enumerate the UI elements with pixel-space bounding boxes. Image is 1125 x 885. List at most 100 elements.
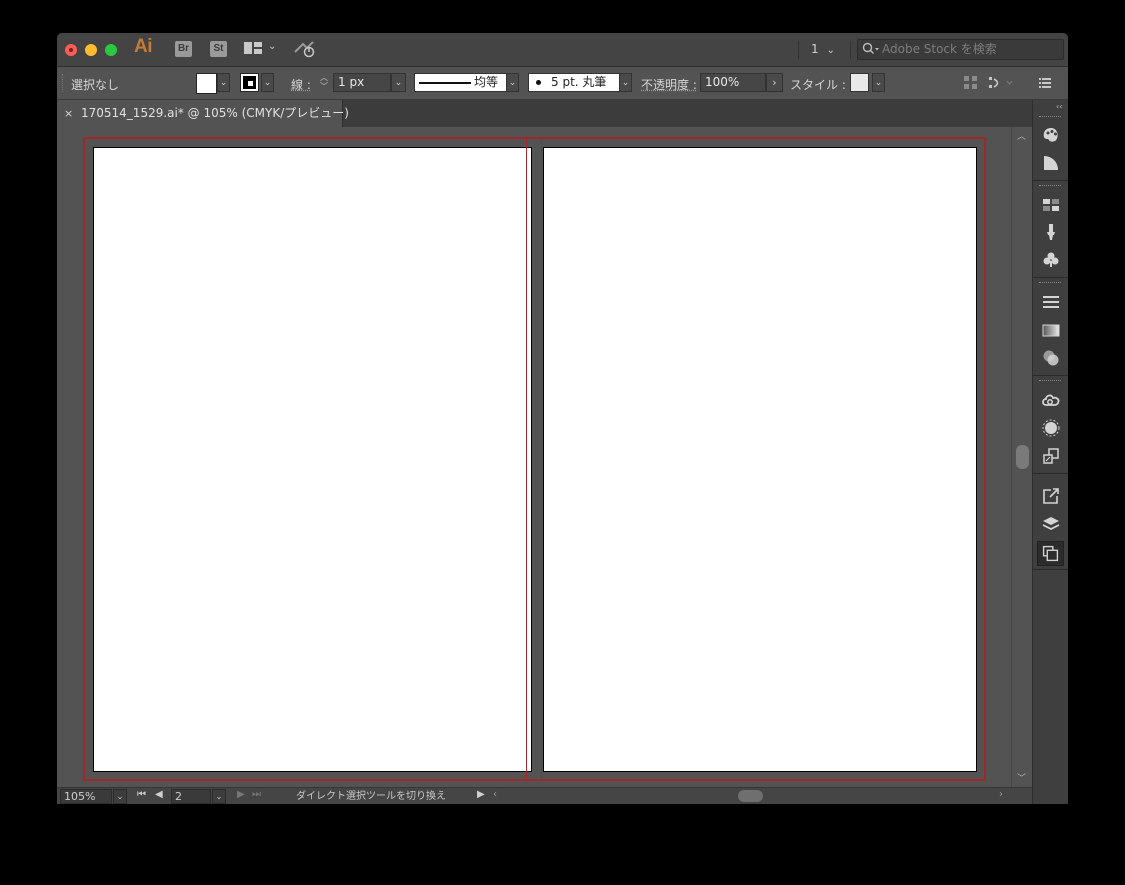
bridge-button[interactable]: Br bbox=[175, 41, 192, 57]
divider bbox=[850, 41, 851, 59]
stock-search-box[interactable] bbox=[857, 39, 1064, 60]
collapse-panels-icon[interactable]: ‹‹ bbox=[1056, 102, 1062, 111]
graphic-styles-icon[interactable] bbox=[1041, 446, 1061, 466]
stroke-weight-stepper[interactable]: ︿ ﹀ bbox=[318, 73, 330, 92]
opacity-field[interactable]: 100% bbox=[700, 73, 766, 92]
gradient-icon[interactable] bbox=[1041, 320, 1061, 340]
illustrator-window: Ai Br St ⌄ 1⌄ 選択なし bbox=[57, 33, 1068, 804]
stock-button[interactable]: St bbox=[210, 41, 227, 57]
cc-libraries-icon[interactable] bbox=[1041, 390, 1061, 410]
graphic-style-swatch[interactable] bbox=[850, 73, 869, 92]
document-tab-bar: × 170514_1529.ai* @ 105% (CMYK/プレビュー) bbox=[57, 100, 1032, 127]
export-icon[interactable] bbox=[1041, 486, 1061, 506]
brush-dropdown-button[interactable]: ⌄ bbox=[619, 73, 632, 92]
first-artboard-icon[interactable]: ⏮ bbox=[137, 789, 146, 800]
document-tab-title: 170514_1529.ai* @ 105% (CMYK/プレビュー) bbox=[81, 106, 349, 120]
panel-group-grip[interactable] bbox=[1039, 380, 1061, 384]
brush-definition-select[interactable]: 5 pt. 丸筆 bbox=[528, 73, 632, 92]
scroll-up-icon[interactable]: ︿ bbox=[1017, 129, 1026, 142]
chevron-down-icon: ⌄ bbox=[826, 45, 836, 56]
vertical-scroll-thumb[interactable] bbox=[1016, 445, 1029, 469]
document-tab[interactable]: × 170514_1529.ai* @ 105% (CMYK/プレビュー) bbox=[57, 100, 349, 127]
workspace-number: 1 bbox=[811, 42, 819, 56]
bleed-guide-line bbox=[526, 137, 527, 781]
graphic-style-dropdown-button[interactable]: ⌄ bbox=[872, 73, 885, 92]
window-minimize-button[interactable] bbox=[85, 44, 97, 56]
panel-group-grip[interactable] bbox=[1039, 282, 1061, 286]
artboard-2[interactable] bbox=[543, 147, 977, 772]
status-bar: 105% ⌄ ⏮ ◀ 2 ⌄ ▶ ⏭ ダイレクト選択ツールを切り換え ▶ ‹ › bbox=[57, 787, 1032, 804]
swatches-icon[interactable] bbox=[1041, 195, 1061, 215]
color-icon[interactable] bbox=[1041, 125, 1061, 145]
panel-group-grip[interactable] bbox=[1039, 116, 1061, 120]
divider bbox=[1033, 473, 1068, 474]
selection-status-label: 選択なし bbox=[71, 78, 120, 92]
fill-color-swatch[interactable] bbox=[196, 73, 217, 94]
title-bar: Ai Br St ⌄ 1 ⌄ bbox=[57, 33, 1068, 67]
artboards-glyph bbox=[1042, 545, 1059, 562]
menu-list-icon[interactable] bbox=[1037, 75, 1053, 91]
panel-dock: ‹‹ bbox=[1032, 100, 1068, 804]
app-logo: Ai bbox=[134, 36, 153, 57]
stroke-panel-link[interactable]: 線 : bbox=[291, 76, 311, 93]
stroke-weight-field[interactable]: 1 px bbox=[333, 73, 391, 92]
transform-icon[interactable] bbox=[988, 75, 1014, 91]
divider bbox=[1033, 375, 1068, 376]
chevron-down-icon[interactable]: ⌄ bbox=[268, 41, 276, 52]
zoom-dropdown-button[interactable]: ⌄ bbox=[113, 789, 127, 804]
divider bbox=[1033, 277, 1068, 278]
opacity-panel-link[interactable]: 不透明度 : bbox=[641, 76, 697, 93]
divider bbox=[1033, 569, 1068, 570]
workspace-switcher[interactable]: 1 ⌄ bbox=[811, 42, 835, 56]
brush-preview-icon bbox=[536, 80, 541, 85]
scroll-left-icon[interactable]: ‹ bbox=[493, 789, 497, 800]
stroke-color-swatch[interactable] bbox=[240, 73, 259, 92]
color-guide-icon[interactable] bbox=[1041, 153, 1061, 173]
canvas-area[interactable] bbox=[57, 127, 1011, 787]
brushes-icon[interactable] bbox=[1041, 222, 1061, 242]
close-tab-icon[interactable]: × bbox=[64, 100, 73, 127]
gpu-performance-icon[interactable] bbox=[293, 40, 317, 58]
arrange-documents-icon[interactable] bbox=[244, 42, 262, 54]
horizontal-scroll-thumb[interactable] bbox=[738, 790, 763, 802]
transparency-icon[interactable] bbox=[1041, 348, 1061, 368]
bleed-guide-line bbox=[541, 137, 542, 781]
artboard-1[interactable] bbox=[93, 147, 532, 772]
stock-search-input[interactable] bbox=[882, 41, 1058, 57]
next-artboard-icon[interactable]: ▶ bbox=[237, 789, 245, 800]
symbols-icon[interactable] bbox=[1041, 250, 1061, 270]
fill-dropdown-button[interactable]: ⌄ bbox=[217, 73, 230, 92]
artboards-icon[interactable] bbox=[1037, 541, 1064, 566]
vertical-scrollbar[interactable]: ︿ ﹀ bbox=[1011, 127, 1033, 787]
appearance-icon[interactable] bbox=[1041, 418, 1061, 438]
divider bbox=[1033, 180, 1068, 181]
variable-width-profile-label: 均等 bbox=[474, 75, 499, 89]
panel-grip[interactable] bbox=[62, 74, 65, 92]
stroke-icon[interactable] bbox=[1041, 292, 1061, 312]
variable-width-profile-select[interactable]: 均等 bbox=[414, 73, 518, 92]
last-artboard-icon[interactable]: ⏭ bbox=[252, 789, 261, 800]
scroll-right-icon[interactable]: › bbox=[999, 789, 1003, 800]
status-text: ダイレクト選択ツールを切り換え bbox=[296, 791, 446, 802]
opacity-slider-button[interactable]: › bbox=[766, 73, 783, 92]
scroll-down-icon[interactable]: ﹀ bbox=[1017, 771, 1026, 784]
graphic-style-label: スタイル : bbox=[790, 78, 846, 92]
stroke-profile-preview bbox=[419, 82, 471, 84]
artboard-dropdown-button[interactable]: ⌄ bbox=[212, 789, 226, 804]
artboard-number-field[interactable]: 2 bbox=[171, 789, 211, 804]
window-close-button[interactable] bbox=[65, 44, 77, 56]
previous-artboard-icon[interactable]: ◀ bbox=[155, 789, 163, 800]
zoom-field[interactable]: 105% bbox=[60, 789, 112, 804]
window-maximize-button[interactable] bbox=[105, 44, 117, 56]
stroke-color-dropdown-button[interactable]: ⌄ bbox=[261, 73, 274, 92]
align-icon[interactable] bbox=[963, 75, 979, 91]
status-menu-icon[interactable]: ▶ bbox=[477, 789, 485, 800]
panel-group-grip[interactable] bbox=[1039, 185, 1061, 189]
layers-icon[interactable] bbox=[1041, 514, 1061, 534]
control-bar: 選択なし ⌄ ⌄ 線 : ︿ ﹀ 1 px ⌄ 均等 ⌄ 5 pt. 丸筆 ⌄ 不… bbox=[57, 67, 1068, 100]
divider bbox=[798, 41, 799, 59]
brush-definition-label: 5 pt. 丸筆 bbox=[551, 75, 607, 89]
stroke-weight-dropdown-button[interactable]: ⌄ bbox=[391, 73, 406, 92]
profile-dropdown-button[interactable]: ⌄ bbox=[506, 73, 519, 92]
search-icon bbox=[862, 42, 879, 54]
